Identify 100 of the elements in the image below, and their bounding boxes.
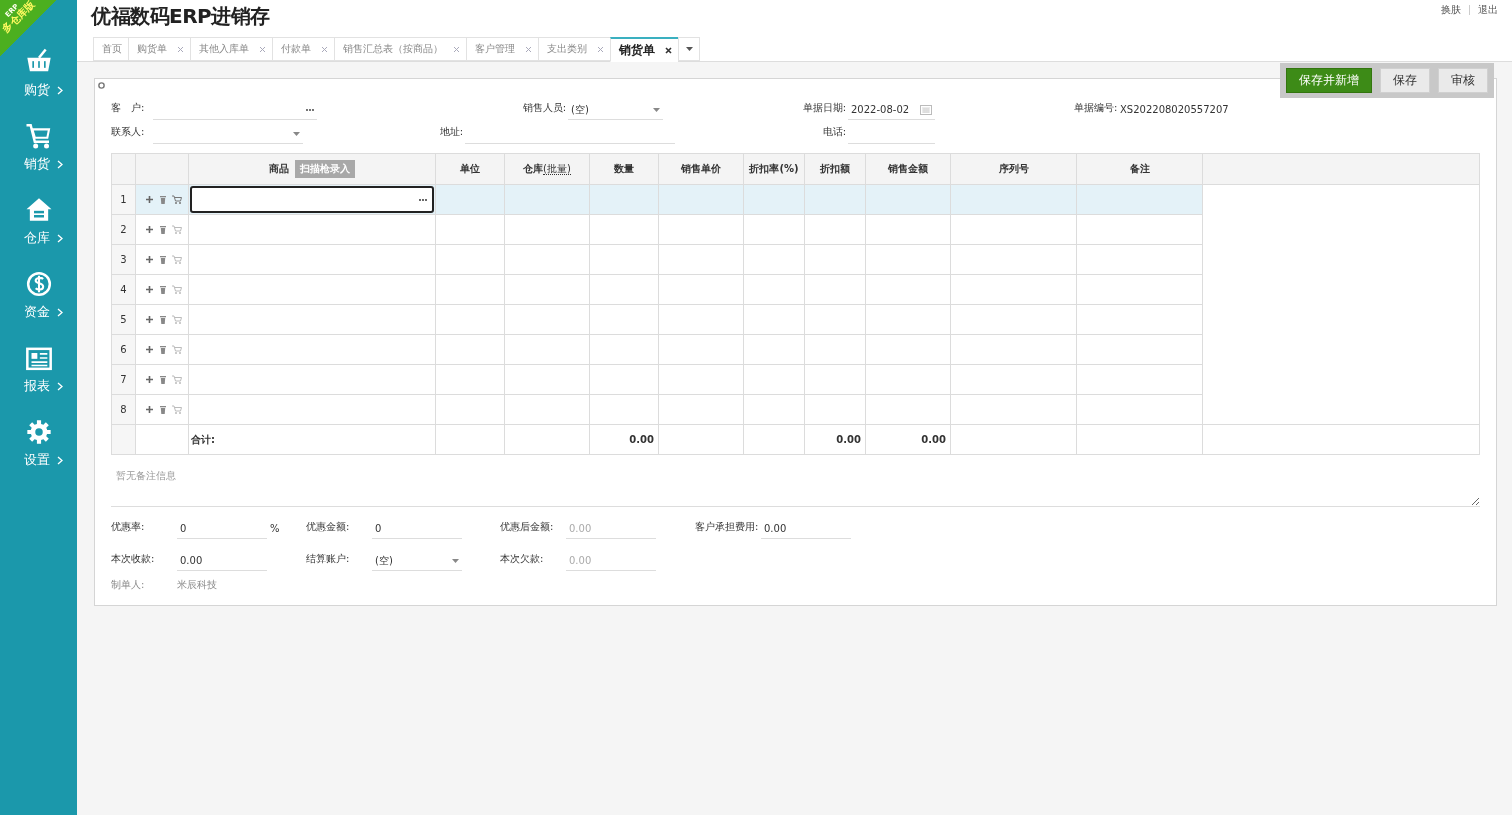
unit-label: % bbox=[269, 523, 280, 536]
trash-icon[interactable] bbox=[159, 314, 167, 325]
sidebar-item[interactable]: 销货 bbox=[24, 155, 63, 173]
row-number: 6 bbox=[111, 334, 136, 365]
close-icon bbox=[259, 45, 266, 53]
trash-icon[interactable] bbox=[159, 374, 167, 385]
tab-menu-button[interactable] bbox=[678, 37, 700, 61]
trash-icon[interactable] bbox=[159, 284, 167, 295]
column-header: 商品 bbox=[269, 163, 289, 174]
field-label: 制单人: bbox=[111, 578, 146, 592]
field-label: 优惠金额: bbox=[306, 520, 351, 534]
close-icon bbox=[177, 45, 184, 53]
field-label: 地址: bbox=[438, 125, 463, 139]
close-icon bbox=[525, 45, 532, 53]
trash-icon[interactable] bbox=[159, 404, 167, 415]
tab[interactable]: 销售汇总表（按商品） bbox=[334, 37, 466, 61]
close-icon bbox=[597, 45, 604, 53]
caret-down-icon bbox=[685, 47, 693, 51]
sidebar-item[interactable]: 设置 bbox=[24, 451, 63, 469]
column-header: 折扣额 bbox=[804, 153, 866, 185]
ellipsis-icon bbox=[306, 108, 314, 111]
field-label: 联系人: bbox=[111, 125, 146, 139]
sidebar-item[interactable]: 报表 bbox=[24, 377, 63, 395]
caret-down-icon bbox=[452, 558, 459, 563]
field-label: 电话: bbox=[821, 125, 846, 139]
tab[interactable]: 首页 bbox=[93, 37, 128, 61]
chevron-right-icon bbox=[57, 85, 63, 95]
tab[interactable]: 其他入库单 bbox=[190, 37, 272, 61]
cart-icon[interactable] bbox=[172, 315, 182, 324]
trash-icon[interactable] bbox=[159, 194, 167, 205]
toolbar-button[interactable]: 保存并新增 bbox=[1286, 68, 1372, 93]
column-header: 折扣率(%) bbox=[743, 153, 805, 185]
row-number: 5 bbox=[111, 304, 136, 335]
cart-icon[interactable] bbox=[172, 195, 182, 204]
header-link[interactable]: 退出 bbox=[1478, 3, 1498, 17]
trash-icon[interactable] bbox=[159, 344, 167, 355]
field-label: 本次收款: bbox=[111, 552, 156, 566]
field-label: 优惠率: bbox=[111, 520, 146, 534]
cart-icon[interactable] bbox=[172, 375, 182, 384]
add-row-icon[interactable] bbox=[145, 285, 154, 294]
caret-down-icon bbox=[653, 107, 660, 112]
sidebar-item[interactable]: 资金 bbox=[24, 303, 63, 321]
add-row-icon[interactable] bbox=[145, 405, 154, 414]
total-value: 0.00 bbox=[865, 424, 951, 455]
add-row-icon[interactable] bbox=[145, 345, 154, 354]
cart-icon[interactable] bbox=[172, 405, 182, 414]
trash-icon[interactable] bbox=[159, 254, 167, 265]
add-row-icon[interactable] bbox=[145, 375, 154, 384]
column-header: 销售单价 bbox=[658, 153, 744, 185]
cart-icon[interactable] bbox=[172, 285, 182, 294]
row-number: 3 bbox=[111, 244, 136, 275]
tab[interactable]: 销货单 bbox=[610, 37, 678, 62]
row-number: 2 bbox=[111, 214, 136, 245]
add-row-icon[interactable] bbox=[145, 195, 154, 204]
row-number: 8 bbox=[111, 394, 136, 425]
sidebar-item[interactable]: 购货 bbox=[24, 81, 63, 99]
product-input-field[interactable] bbox=[190, 186, 434, 213]
field-label: 销售人员: bbox=[521, 101, 566, 115]
row-number: 1 bbox=[111, 184, 136, 215]
total-label: 合计: bbox=[188, 424, 436, 455]
header-link[interactable]: 换肤 bbox=[1441, 3, 1461, 17]
app-title: 优福数码ERP进销存 bbox=[91, 3, 270, 30]
close-icon bbox=[665, 46, 672, 54]
cart-icon[interactable] bbox=[172, 255, 182, 264]
batch-link[interactable]: (批量) bbox=[543, 163, 571, 175]
add-row-icon[interactable] bbox=[145, 225, 154, 234]
trash-icon[interactable] bbox=[159, 224, 167, 235]
scan-entry-button[interactable]: 扫描枪录入 bbox=[295, 160, 355, 178]
tab[interactable]: 购货单 bbox=[128, 37, 190, 61]
calendar-icon bbox=[920, 104, 932, 115]
toolbar-button[interactable]: 保存 bbox=[1380, 68, 1430, 93]
document-number: XS202208020557207 bbox=[1120, 104, 1229, 117]
sidebar-item[interactable]: 仓库 bbox=[24, 229, 63, 247]
cart-icon[interactable] bbox=[172, 225, 182, 234]
total-value: 0.00 bbox=[589, 424, 659, 455]
creator-name: 米辰科技 bbox=[177, 578, 217, 592]
add-row-icon[interactable] bbox=[145, 315, 154, 324]
column-header: 销售金额 bbox=[865, 153, 951, 185]
column-header: 数量 bbox=[589, 153, 659, 185]
tab[interactable]: 支出类别 bbox=[538, 37, 610, 61]
ellipsis-icon bbox=[419, 198, 427, 201]
cart-icon[interactable] bbox=[172, 345, 182, 354]
field-label: 单据编号: bbox=[1074, 101, 1118, 115]
field-label: 客 户: bbox=[111, 101, 146, 115]
toolbar-button[interactable]: 审核 bbox=[1438, 68, 1488, 93]
close-icon bbox=[321, 45, 328, 53]
close-icon bbox=[453, 45, 460, 53]
add-row-icon[interactable] bbox=[145, 255, 154, 264]
chevron-right-icon bbox=[57, 307, 63, 317]
chevron-right-icon bbox=[57, 455, 63, 465]
row-number: 4 bbox=[111, 274, 136, 305]
column-header: 仓库 bbox=[523, 163, 544, 174]
row-number: 7 bbox=[111, 364, 136, 395]
column-header: 备注 bbox=[1076, 153, 1203, 185]
field-label: 优惠后金额: bbox=[500, 520, 555, 534]
tab[interactable]: 付款单 bbox=[272, 37, 334, 61]
field-label: 本次欠款: bbox=[500, 552, 545, 566]
field-label: 客户承担费用: bbox=[695, 520, 760, 534]
tab[interactable]: 客户管理 bbox=[466, 37, 538, 61]
caret-down-icon bbox=[293, 131, 300, 136]
